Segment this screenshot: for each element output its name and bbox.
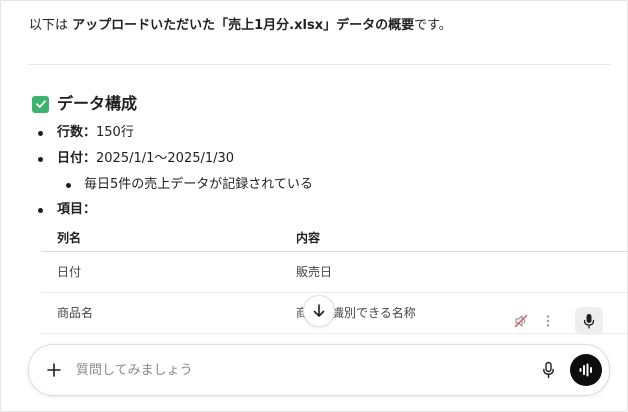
header-column-name: 列名 [57,231,82,245]
rows-label: 行数： [57,125,97,140]
intro-highlight: アップロードいただいた「売上1月分.xlsx」データの概要 [72,18,415,33]
table-header-row: 列名 内容 [41,227,627,252]
section-heading: データ構成 [32,93,137,115]
table-cell: 商品名 [57,306,94,320]
intro-suffix: です。 [414,18,452,33]
bullet-dot [38,207,43,213]
scroll-to-bottom-button[interactable] [303,295,335,327]
mute-icon [514,314,528,328]
bullet-dot [38,130,43,136]
check-icon [32,95,49,113]
message-composer [28,344,610,396]
bullet-dot [38,156,43,162]
rows-value: 150行 [96,125,134,140]
intro-prefix: 以下は [29,18,73,33]
section-divider [28,64,611,65]
section-title: データ構成 [57,94,138,113]
date-value: 2025/1/1〜2025/1/30 [96,151,235,166]
header-column-content: 内容 [296,231,321,245]
dictation-button[interactable] [537,359,559,381]
voice-mini-toolbar [507,307,603,335]
voice-wave-icon [579,363,592,377]
microphone-icon [542,361,554,379]
bullet-date: 日付： 2025/1/1〜2025/1/30 [38,149,234,169]
microphone-icon [583,314,595,329]
bullet-dot [66,182,71,188]
table-cell: 販売日 [296,265,333,279]
bullet-date-note: 毎日5件の売上データが記録されている [66,175,313,195]
intro-text: 以下は アップロードいただいた「売上1月分.xlsx」データの概要です。 [29,16,452,36]
voice-mode-button[interactable] [570,354,602,386]
more-vertical-icon [546,315,550,327]
date-label: 日付： [57,151,97,166]
bullet-items: 項目： [38,200,96,220]
table-cell: 日付 [57,265,82,279]
chat-window: 以下は アップロードいただいた「売上1月分.xlsx」データの概要です。 データ… [0,0,628,412]
microphone-toggle-button[interactable] [575,307,603,335]
prompt-input[interactable] [76,359,516,381]
plus-icon [47,363,61,377]
table-row: 日付 販売日 [41,252,627,293]
mute-button[interactable] [507,307,535,335]
arrow-down-icon [313,304,325,317]
bullet-rows: 行数： 150行 [38,123,134,143]
items-label: 項目： [57,202,97,217]
add-attachment-button[interactable] [44,360,64,380]
more-options-button[interactable] [535,307,561,335]
date-note: 毎日5件の売上データが記録されている [84,177,313,192]
